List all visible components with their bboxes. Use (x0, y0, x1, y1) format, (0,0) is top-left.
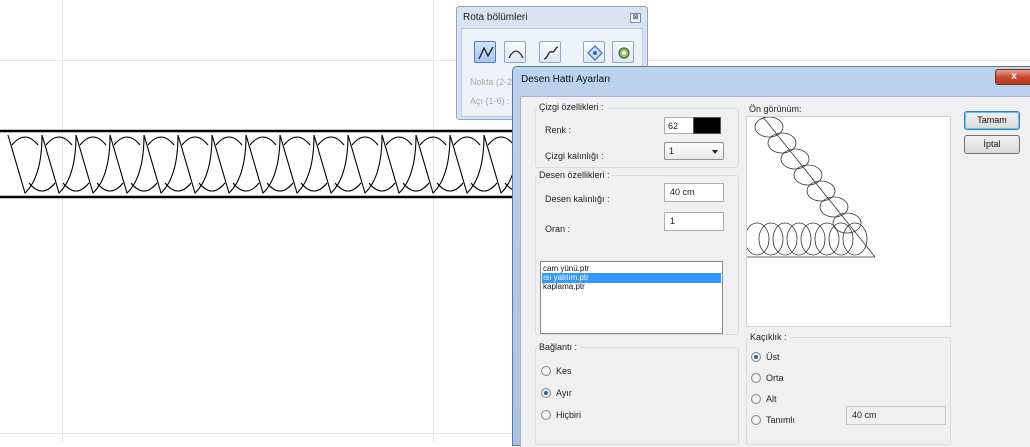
hicbiri-label: Hiçbiri (556, 410, 582, 420)
aci-label: Açı (1-6) : (470, 96, 510, 106)
preview-loop (767, 132, 797, 154)
oran-label: Oran : (545, 224, 571, 234)
hicbiri-radio[interactable] (541, 410, 551, 420)
kes-label: Kes (556, 366, 572, 376)
pattern-wave (7, 134, 553, 195)
cancel-button[interactable]: İptal (964, 135, 1020, 154)
baglanti-group-label: Bağlantı : (537, 342, 580, 352)
palette-title: Rota bölümleri (463, 12, 528, 23)
preview-line (762, 117, 876, 258)
preview-loop (786, 222, 812, 256)
tanimli-label: Tanımlı (766, 415, 796, 425)
close-icon: x (1011, 71, 1017, 82)
tanimli-input[interactable]: 40 cm (846, 406, 946, 425)
preview-loop (780, 148, 810, 170)
ust-label: Üst (766, 352, 780, 362)
preview-loop (772, 222, 798, 256)
kes-radio[interactable] (541, 366, 551, 376)
ok-button[interactable]: Tamam (964, 111, 1020, 130)
renk-label: Renk : (545, 125, 572, 135)
renk-number-field[interactable]: 62 (664, 117, 694, 134)
preview-loop (758, 222, 784, 256)
preview-loop (819, 196, 849, 218)
preview-loop (793, 164, 823, 186)
pattern-file-list[interactable]: cam yünü.ptr ısı yalıtım.ptr kaplama.ptr (540, 261, 723, 334)
orta-label: Orta (766, 373, 784, 383)
orta-radio[interactable] (751, 373, 761, 383)
list-item[interactable]: kaplama.ptr (542, 282, 721, 292)
ayir-label: Ayır (556, 388, 572, 398)
preview-loop (747, 222, 770, 256)
cizgi-group-label: Çizgi özellikleri : (537, 102, 606, 112)
desen-group-label: Desen özellikleri : (537, 170, 612, 180)
preview-loop (754, 117, 784, 138)
desen-hatti-dialog[interactable]: Desen Hattı Ayarları x Çizgi özellikleri… (512, 66, 1030, 447)
desen-kalinlik-input[interactable]: 40 cm (664, 183, 724, 202)
preview-loop (842, 222, 868, 256)
arc-tool-button[interactable] (504, 41, 526, 63)
polyline-tool-button[interactable] (474, 41, 496, 63)
cizgi-kalinlik-select[interactable]: 1 (664, 142, 724, 160)
preview-loop (828, 222, 854, 256)
ust-radio[interactable] (751, 352, 761, 362)
dialog-title: Desen Hattı Ayarları (521, 74, 611, 85)
ayir-radio[interactable] (541, 388, 551, 398)
node-edit-tool-button[interactable] (583, 41, 605, 63)
onizleme-label: Ön görünüm: (749, 104, 802, 114)
polyline-icon (478, 46, 494, 60)
settings-tool-button[interactable] (612, 41, 634, 63)
preview-drawing (747, 117, 876, 258)
oran-input[interactable]: 1 (664, 212, 724, 231)
pattern-preview (746, 116, 951, 327)
spline-icon (543, 46, 559, 60)
cizgi-kalinlik-label: Çizgi kalınlığı : (545, 151, 604, 161)
preview-loop (800, 222, 826, 256)
preview-loop (806, 180, 836, 202)
chevron-down-icon (712, 150, 718, 154)
alt-label: Alt (766, 394, 777, 404)
tanimli-radio[interactable] (751, 415, 761, 425)
dialog-close-button[interactable]: x (995, 69, 1030, 85)
kaciklik-group-label: Kaçıklık : (748, 332, 789, 342)
node-edit-icon (587, 45, 603, 61)
nokta-label: Nokta (2-2 (470, 77, 513, 87)
alt-radio[interactable] (751, 394, 761, 404)
preview-loop (814, 222, 840, 256)
settings-icon (618, 47, 630, 59)
spline-tool-button[interactable] (539, 41, 561, 63)
desen-kalinlik-label: Desen kalınlığı : (545, 194, 610, 204)
palette-close-button[interactable]: ⊠ (630, 13, 641, 23)
arc-icon (508, 50, 524, 59)
renk-color-swatch[interactable] (693, 117, 721, 134)
